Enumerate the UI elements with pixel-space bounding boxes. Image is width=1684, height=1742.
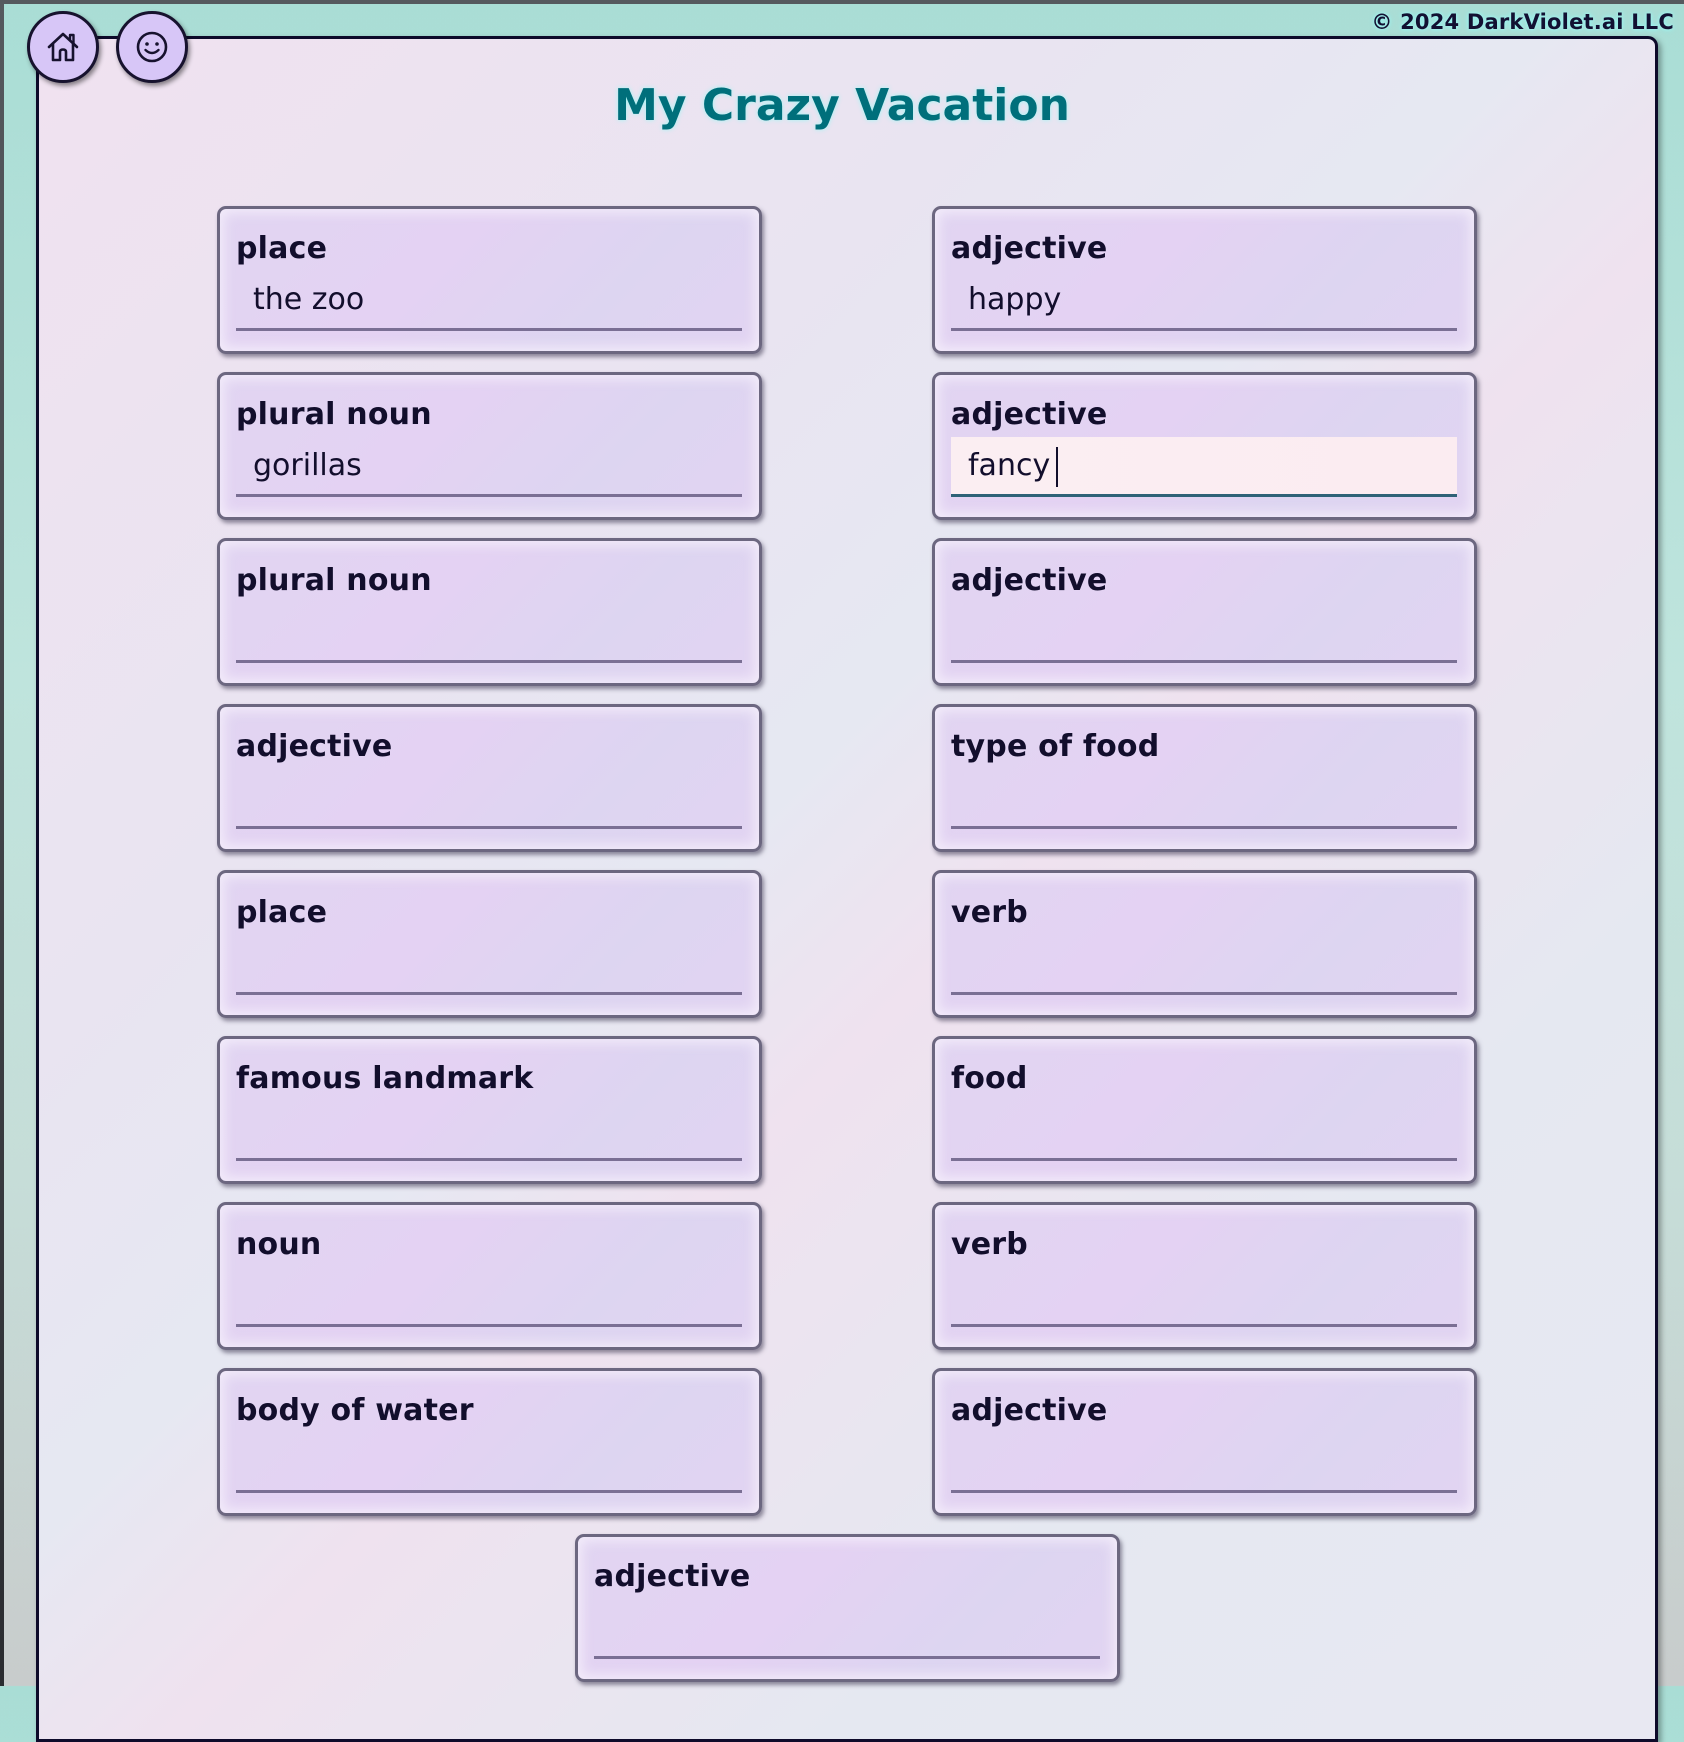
plural-noun-input[interactable]: [236, 603, 742, 663]
word-field-card-place: place: [217, 870, 762, 1018]
field-label: noun: [236, 1227, 322, 1262]
field-label: adjective: [236, 729, 393, 764]
word-field-card-adjective: adjective: [575, 1534, 1120, 1682]
adjective-input[interactable]: [594, 1599, 1100, 1659]
word-field-card-type-of-food: type of food: [932, 704, 1477, 852]
word-field-card-adjective: adjective: [932, 538, 1477, 686]
place-input[interactable]: [236, 271, 742, 331]
word-field-card-body-of-water: body of water: [217, 1368, 762, 1516]
place-input[interactable]: [236, 935, 742, 995]
field-label: adjective: [951, 397, 1108, 432]
window-top-edge: [0, 0, 1684, 4]
adjective-input[interactable]: [951, 437, 1457, 497]
adjective-input[interactable]: [951, 1433, 1457, 1493]
window-left-edge: [0, 0, 4, 1686]
field-label: food: [951, 1061, 1028, 1096]
text-caret: [1055, 447, 1058, 487]
field-label: type of food: [951, 729, 1160, 764]
field-label: verb: [951, 895, 1028, 930]
home-button[interactable]: [27, 11, 99, 83]
field-label: adjective: [951, 1393, 1108, 1428]
plural-noun-input[interactable]: [236, 437, 742, 497]
field-label: body of water: [236, 1393, 474, 1428]
word-field-card-place: place: [217, 206, 762, 354]
type-of-food-input[interactable]: [951, 769, 1457, 829]
field-label: adjective: [951, 231, 1108, 266]
page-title: My Crazy Vacation: [614, 80, 1070, 131]
word-field-card-adjective: adjective: [932, 206, 1477, 354]
field-label: adjective: [594, 1559, 751, 1594]
word-field-card-adjective: adjective: [932, 372, 1477, 520]
noun-input[interactable]: [236, 1267, 742, 1327]
famous-landmark-input[interactable]: [236, 1101, 742, 1161]
adjective-input[interactable]: [236, 769, 742, 829]
word-field-card-plural-noun: plural noun: [217, 372, 762, 520]
field-label: famous landmark: [236, 1061, 534, 1096]
word-field-card-famous-landmark: famous landmark: [217, 1036, 762, 1184]
food-input[interactable]: [951, 1101, 1457, 1161]
home-icon: [47, 32, 79, 62]
adjective-input[interactable]: [951, 271, 1457, 331]
field-label: plural noun: [236, 397, 432, 432]
copyright-text: © 2024 DarkViolet.ai LLC: [1371, 10, 1674, 34]
field-label: adjective: [951, 563, 1108, 598]
smiley-face-icon: [136, 31, 168, 63]
mood-button[interactable]: [116, 11, 188, 83]
word-field-card-adjective: adjective: [217, 704, 762, 852]
word-field-card-verb: verb: [932, 1202, 1477, 1350]
verb-input[interactable]: [951, 1267, 1457, 1327]
adjective-input[interactable]: [951, 603, 1457, 663]
field-label: verb: [951, 1227, 1028, 1262]
verb-input[interactable]: [951, 935, 1457, 995]
field-label: place: [236, 895, 328, 930]
word-field-card-plural-noun: plural noun: [217, 538, 762, 686]
word-field-card-food: food: [932, 1036, 1477, 1184]
field-label: place: [236, 231, 328, 266]
word-field-card-noun: noun: [217, 1202, 762, 1350]
word-field-card-verb: verb: [932, 870, 1477, 1018]
word-field-card-adjective: adjective: [932, 1368, 1477, 1516]
field-label: plural noun: [236, 563, 432, 598]
body-of-water-input[interactable]: [236, 1433, 742, 1493]
